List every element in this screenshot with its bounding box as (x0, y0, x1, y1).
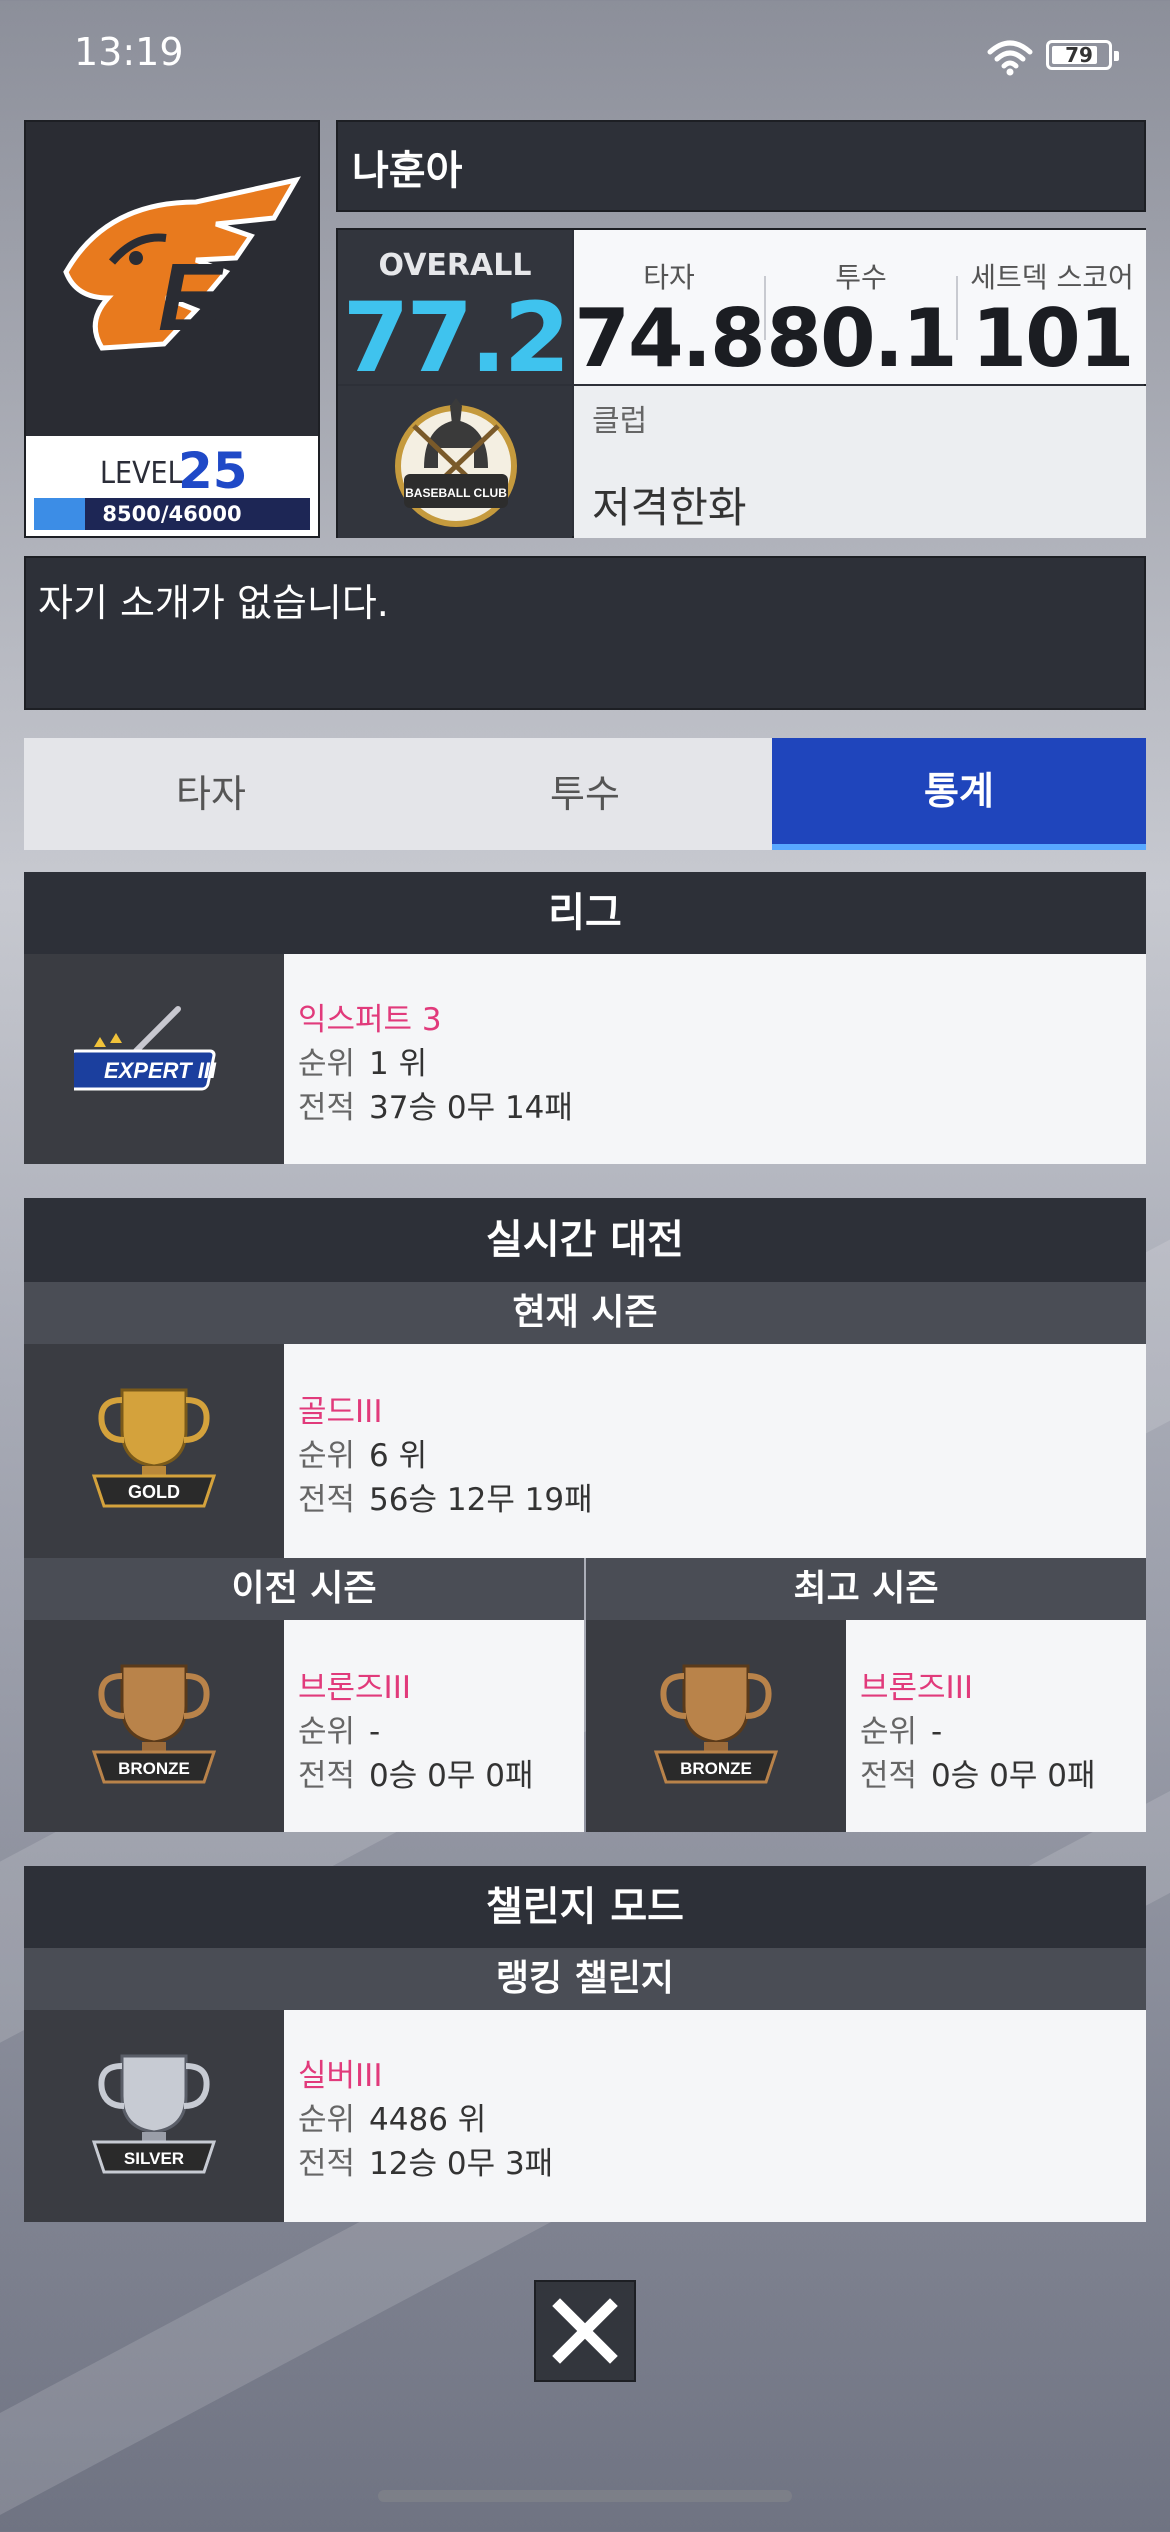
league-badge-cell: EXPERT III (24, 954, 284, 1164)
best-badge-text: BRONZE (680, 1759, 752, 1778)
self-intro-text: 자기 소개가 없습니다. (38, 581, 389, 625)
stats-panel: OVERALL 77.2 타자 74.8 투수 80.1 세트덱 스코어 101… (336, 228, 1146, 538)
challenge-record: 전적 12승 0무 3패 (298, 2146, 554, 2182)
league-rank: 순위 1 위 (298, 1046, 428, 1082)
tab-pitcher[interactable]: 투수 (398, 738, 772, 850)
challenge-rank: 순위 4486 위 (298, 2102, 487, 2138)
best-season-header: 최고 시즌 (586, 1558, 1146, 1620)
club-panel: 클럽 저격한화 (574, 386, 1146, 538)
current-rank: 순위 6 위 (298, 1438, 428, 1474)
tab-bar: 타자 투수 통계 (24, 738, 1146, 850)
previous-season-row: BRONZE 브론즈III 순위 - 전적 0승 0무 0패 (24, 1620, 584, 1832)
setdeck-score: 세트덱 스코어 101 (958, 230, 1146, 385)
bronze-trophy-icon: BRONZE (653, 1664, 779, 1784)
club-label: 클럽 (592, 404, 648, 439)
previous-rank: 순위 - (298, 1714, 381, 1750)
overall-cell: OVERALL 77.2 (338, 230, 572, 394)
best-rank-info: 브론즈III 순위 - 전적 0승 0무 0패 (846, 1620, 1146, 1832)
overall-value: 77.2 (342, 282, 571, 394)
league-rank-info: 익스퍼트 3 순위 1 위 전적 37승 0무 14패 (284, 954, 1146, 1164)
xp-progress-bar: 8500/46000 (34, 498, 310, 530)
batter-score: 타자 74.8 (574, 230, 765, 385)
current-record: 전적 56승 12무 19패 (298, 1482, 593, 1518)
player-name-panel: 나훈아 (336, 120, 1146, 212)
home-indicator[interactable] (378, 2490, 792, 2502)
tab-stats[interactable]: 통계 (772, 738, 1146, 850)
close-icon (552, 2298, 618, 2364)
challenge-row: SILVER 실버III 순위 4486 위 전적 12승 0무 3패 (24, 2010, 1146, 2222)
self-intro-panel: 자기 소개가 없습니다. (24, 556, 1146, 710)
club-logo-cell: BASEBALL CLUB (338, 386, 572, 538)
ranking-challenge-header: 랭킹 챌린지 (24, 1948, 1146, 2010)
challenge-badge-cell: SILVER (24, 2010, 284, 2222)
bronze-trophy-icon: BRONZE (91, 1664, 217, 1784)
level-label: LEVEL (100, 456, 183, 491)
battery-icon: 79 (1046, 40, 1119, 70)
level-panel: LEVEL 25 8500/46000 (26, 436, 318, 536)
pitcher-score: 투수 80.1 (766, 230, 957, 385)
challenge-tier: 실버III (298, 2058, 383, 2094)
setdeck-score-label: 세트덱 스코어 (970, 261, 1134, 294)
current-season-row: GOLD 골드III 순위 6 위 전적 56승 12무 19패 (24, 1344, 1146, 1558)
league-rank-row: EXPERT III 익스퍼트 3 순위 1 위 전적 37승 0무 14패 (24, 954, 1146, 1164)
previous-rank-info: 브론즈III 순위 - 전적 0승 0무 0패 (284, 1620, 584, 1832)
pitcher-score-value: 80.1 (766, 292, 957, 385)
team-avatar: E LEVEL 25 8500/46000 (24, 120, 320, 538)
silver-badge-text: SILVER (124, 2149, 184, 2168)
wifi-icon (987, 40, 1033, 76)
challenge-rank-info: 실버III 순위 4486 위 전적 12승 0무 3패 (284, 2010, 1146, 2222)
current-badge-cell: GOLD (24, 1344, 284, 1558)
previous-record: 전적 0승 0무 0패 (298, 1758, 534, 1794)
tab-batter[interactable]: 타자 (24, 738, 398, 850)
xp-text: 8500/46000 (102, 502, 242, 526)
level-value: 25 (178, 442, 248, 500)
eagles-team-logo-icon: E (63, 176, 302, 351)
silver-trophy-icon: SILVER (91, 2054, 217, 2174)
status-bar: 13:19 79 (0, 0, 1170, 110)
best-tier: 브론즈III (860, 1670, 973, 1706)
team-logo-letter: E (158, 244, 225, 351)
batter-score-value: 74.8 (574, 292, 765, 385)
close-button[interactable] (534, 2280, 636, 2382)
subscore-panel: 타자 74.8 투수 80.1 세트덱 스코어 101 (574, 230, 1146, 385)
batter-score-label: 타자 (643, 261, 695, 294)
previous-season-header: 이전 시즌 (24, 1558, 584, 1620)
current-rank-info: 골드III 순위 6 위 전적 56승 12무 19패 (284, 1344, 1146, 1558)
previous-badge-text: BRONZE (118, 1759, 190, 1778)
current-tier: 골드III (298, 1394, 383, 1430)
league-record: 전적 37승 0무 14패 (298, 1090, 573, 1126)
club-emblem-icon: BASEBALL CLUB (395, 398, 517, 527)
pitcher-score-label: 투수 (835, 261, 887, 294)
previous-badge-cell: BRONZE (24, 1620, 284, 1832)
club-emblem-text: BASEBALL CLUB (405, 486, 507, 500)
expert-badge-icon: EXPERT III (74, 1006, 217, 1091)
best-record: 전적 0승 0무 0패 (860, 1758, 1096, 1794)
best-badge-cell: BRONZE (586, 1620, 846, 1832)
best-season-row: BRONZE 브론즈III 순위 - 전적 0승 0무 0패 (586, 1620, 1146, 1832)
previous-tier: 브론즈III (298, 1670, 411, 1706)
expert-badge-text: EXPERT III (104, 1058, 217, 1083)
gold-badge-text: GOLD (128, 1482, 180, 1502)
best-rank: 순위 - (860, 1714, 943, 1750)
league-tier: 익스퍼트 3 (298, 1002, 442, 1038)
challenge-header: 챌린지 모드 (24, 1866, 1146, 1948)
club-name[interactable]: 저격한화 (592, 474, 747, 535)
battery-level: 79 (1065, 43, 1093, 67)
player-name: 나훈아 (352, 148, 463, 194)
current-season-header: 현재 시즌 (24, 1282, 1146, 1344)
realtime-header: 실시간 대전 (24, 1198, 1146, 1282)
gold-trophy-icon: GOLD (91, 1388, 217, 1508)
league-header: 리그 (24, 872, 1146, 954)
overall-label: OVERALL (378, 248, 532, 283)
status-time: 13:19 (74, 30, 184, 74)
setdeck-score-value: 101 (971, 292, 1135, 385)
